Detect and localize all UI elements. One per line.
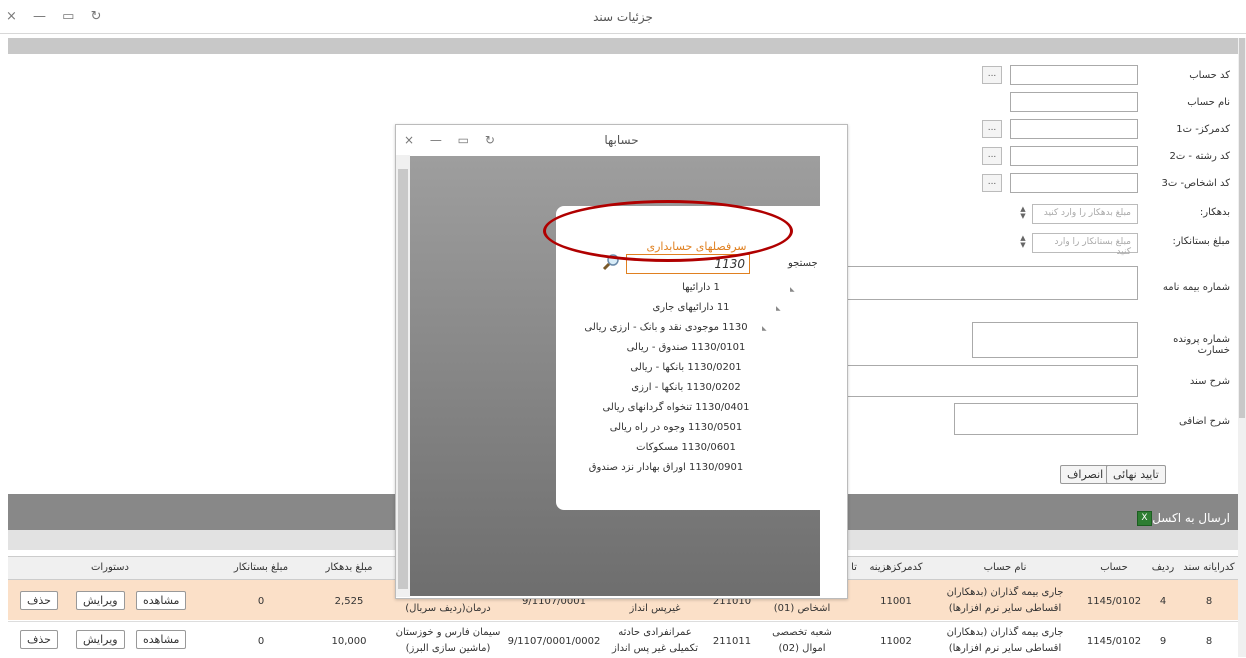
header-debit[interactable]: مبلغ بدهکار	[306, 562, 392, 573]
label-person-code: کد اشخاص- ت3	[1161, 178, 1230, 189]
label-doc-desc: شرح سند	[1189, 376, 1230, 387]
label-account-name: نام حساب	[1187, 97, 1230, 108]
tree-expand-icon[interactable]: ◣	[762, 325, 767, 332]
extra-desc-textarea[interactable]	[954, 403, 1138, 435]
cell-doc: 8	[1205, 636, 1213, 647]
cell-name-1: جاری بیمه گذاران (بدهکاران	[946, 587, 1064, 598]
cell-row: 4	[1159, 596, 1167, 607]
modal-window-controls[interactable]: × — ▭ ↻	[404, 133, 501, 147]
person-code-lookup-button[interactable]: ...	[982, 174, 1002, 192]
center-code-input[interactable]	[1010, 119, 1138, 139]
cell-credit: 0	[257, 636, 265, 647]
header-account[interactable]: حساب	[1082, 562, 1146, 573]
modal-scrollbar-thumb[interactable]	[398, 169, 408, 589]
window-title: جزئیات سند	[593, 10, 653, 24]
tree-item[interactable]: 1130/0501 وجوه در راه ریالی	[576, 422, 776, 433]
page-scrollbar-thumb[interactable]	[1239, 38, 1245, 418]
cell-c5b: اشخاص (01)	[773, 603, 831, 614]
view-button[interactable]: مشاهده	[136, 591, 187, 610]
cell-name-2: اقساطی سایر نرم افزارها)	[948, 603, 1062, 614]
window-titlebar: جزئیات سند	[0, 0, 1246, 34]
center-code-lookup-button[interactable]: ...	[982, 120, 1002, 138]
cell-credit: 0	[257, 596, 265, 607]
search-label: جستجو	[788, 258, 818, 269]
label-extra-desc: شرح اضافی	[1179, 416, 1230, 427]
label-policy-no: شماره بیمه نامه	[1162, 282, 1230, 293]
debit-input[interactable]: مبلغ بدهکار را وارد کنید	[1032, 204, 1138, 224]
credit-input[interactable]: مبلغ بستانکار را وارد کنید	[1032, 233, 1138, 257]
tree-item[interactable]: 1130/0901 اوراق بهادار نزد صندوق	[566, 462, 766, 473]
header-actions[interactable]: دستورات	[10, 562, 210, 573]
cell-row: 9	[1159, 636, 1167, 647]
cell-name-1: جاری بیمه گذاران (بدهکاران	[946, 627, 1064, 638]
policy-no-textarea[interactable]	[846, 266, 1138, 300]
field-code-lookup-button[interactable]: ...	[982, 147, 1002, 165]
account-name-input[interactable]	[1010, 92, 1138, 112]
confirm-button[interactable]: تایید نهائی	[1106, 465, 1166, 484]
annotation-ellipse	[543, 200, 793, 262]
excel-icon[interactable]: X	[1137, 511, 1152, 526]
cell-c5b: اموال (02)	[778, 643, 826, 654]
delete-button[interactable]: حذف	[20, 630, 58, 649]
label-debit: بدهکار:	[1199, 207, 1230, 218]
header-credit[interactable]: مبلغ بستانکار	[218, 562, 304, 573]
header-account-name[interactable]: نام حساب	[930, 562, 1080, 573]
label-field-code: کد رشته - ت2	[1169, 151, 1230, 162]
window-controls[interactable]: × — ▭ ↻	[6, 9, 107, 24]
delete-button[interactable]: حذف	[20, 591, 58, 610]
cell-c9a: سیمان فارس و خوزستان	[395, 627, 501, 638]
debit-spinner[interactable]: ▲ ▼	[1018, 206, 1028, 222]
label-center-code: کدمرکز- ت1	[1176, 124, 1230, 135]
cell-c7b: غیرپس انداز	[629, 603, 681, 614]
tree-item[interactable]: 1 دارائیها	[646, 282, 756, 293]
claim-no-textarea[interactable]	[972, 322, 1138, 358]
tree-item[interactable]: 1130/0401 تنخواه گردانهای ریالی	[576, 402, 776, 413]
cell-c9b: (ماشین سازی البرز)	[405, 643, 491, 654]
header-center[interactable]: کدمرکزهزینه	[864, 562, 928, 573]
tree-item[interactable]: 1130/0202 بانکها - ارزی	[596, 382, 776, 393]
tree-item[interactable]: 11 دارائیهای جاری	[616, 302, 766, 313]
cell-doc: 8	[1205, 596, 1213, 607]
cell-c8: 9/1107/0001/0002	[507, 636, 601, 647]
tree-item[interactable]: 1130 موجودی نقد و بانک - ارزی ریالی	[576, 322, 756, 333]
cell-c9b: درمان(ردیف سربال)	[405, 603, 491, 614]
edit-button[interactable]: ویرایش	[76, 630, 125, 649]
credit-spinner[interactable]: ▲ ▼	[1018, 235, 1028, 251]
cell-c7b: تکمیلی غیر پس انداز	[611, 643, 698, 654]
cell-c5a: شعبه تخصصی	[772, 627, 832, 638]
label-claim-no: شماره پرونده خسارت	[1173, 334, 1230, 356]
cell-account: 1145/0102	[1086, 596, 1142, 607]
cell-c6: 211011	[712, 636, 752, 647]
cell-name-2: اقساطی سایر نرم افزارها)	[948, 643, 1062, 654]
cell-debit: 2,525	[334, 596, 364, 607]
field-code-input[interactable]	[1010, 146, 1138, 166]
label-credit: مبلغ بستانکار:	[1172, 236, 1230, 247]
tree-item[interactable]: 1130/0201 بانکها - ریالی	[596, 362, 776, 373]
cell-debit: 10,000	[331, 636, 367, 647]
cell-center: 11002	[880, 636, 912, 647]
view-button[interactable]: مشاهده	[136, 630, 187, 649]
tree-expand-icon[interactable]: ◣	[776, 305, 781, 312]
tree-item[interactable]: 1130/0101 صندوق - ریالی	[596, 342, 776, 353]
cell-center: 11001	[880, 596, 912, 607]
person-code-input[interactable]	[1010, 173, 1138, 193]
header-doc[interactable]: کدرایانه سند	[1180, 562, 1238, 573]
edit-button[interactable]: ویرایش	[76, 591, 125, 610]
doc-desc-textarea[interactable]	[846, 365, 1138, 397]
tree-item[interactable]: 1130/0601 مسکوکات	[596, 442, 776, 453]
accounts-modal: حسابها × — ▭ ↻ سرفصلهای حسابداری جستجو 1…	[395, 124, 848, 599]
header-row[interactable]: ردیف	[1148, 562, 1178, 573]
cell-account: 1145/0102	[1086, 636, 1142, 647]
account-code-input[interactable]	[1010, 65, 1138, 85]
header-band	[8, 38, 1238, 54]
tree-expand-icon[interactable]: ◣	[790, 286, 795, 293]
cancel-button[interactable]: انصراف	[1060, 465, 1111, 484]
cell-c7a: عمرانفرادی حادثه	[618, 627, 692, 638]
account-code-lookup-button[interactable]: ...	[982, 66, 1002, 84]
label-account-code: کد حساب	[1189, 70, 1230, 81]
